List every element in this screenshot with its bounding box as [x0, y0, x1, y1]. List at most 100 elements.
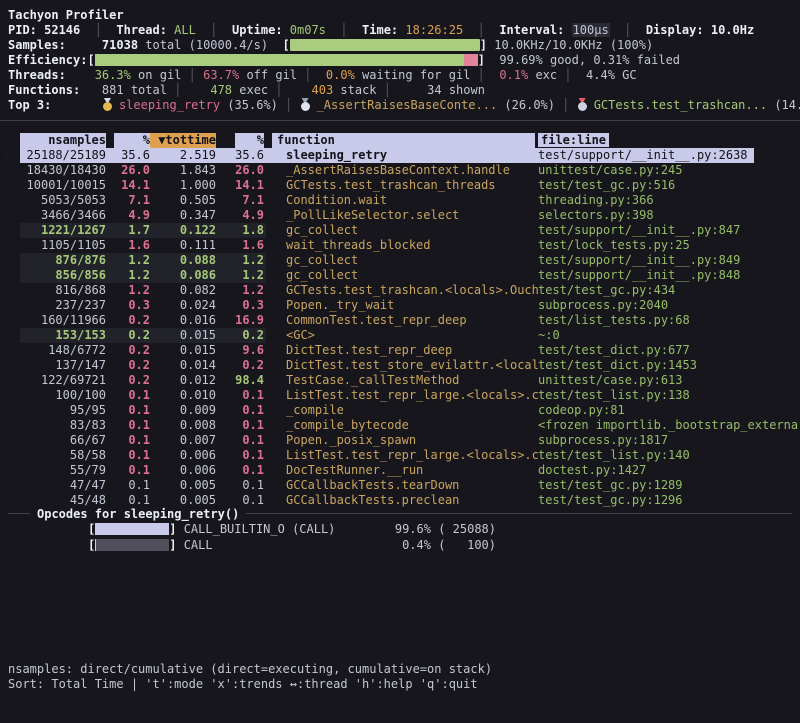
table-row[interactable]: 58/580.10.0060.1ListTest.test_repr_large… — [0, 448, 800, 463]
footer-legend: nsamples: direct/cumulative (direct=exec… — [8, 662, 492, 677]
row-cursor — [0, 223, 20, 238]
table-row[interactable]: 1105/11051.60.1111.6wait_threads_blocked… — [0, 238, 800, 253]
thread-value[interactable]: ALL — [174, 23, 196, 37]
cell-function: Popen._try_wait — [264, 298, 538, 313]
horizontal-divider — [0, 120, 800, 121]
column-header-function[interactable]: function — [264, 133, 538, 148]
cell-function: DictTest.test_store_evilattr.<local... — [264, 358, 538, 373]
cell-cumulative-pct: 14.1 — [216, 178, 264, 193]
cell-function: CommonTest.test_repr_deep — [264, 313, 538, 328]
table-row[interactable]: 95/950.10.0090.1_compilecodeop.py:81 — [0, 403, 800, 418]
table-row[interactable]: 47/470.10.0050.1GCCallbackTests.tearDown… — [0, 478, 800, 493]
opcodes-section: Opcodes for sleeping_retry() [] CALL_BUI… — [8, 506, 792, 553]
separator: │ — [470, 68, 492, 82]
table-row[interactable]: 160/119660.20.01616.9CommonTest.test_rep… — [0, 313, 800, 328]
table-row[interactable]: 148/67720.20.0159.6DictTest.test_repr_de… — [0, 343, 800, 358]
cell-cumulative-pct: 35.6 — [216, 148, 264, 163]
cell-fileline: test/support/__init__.py:849 — [538, 253, 800, 268]
table-row[interactable]: 10001/1001514.11.00014.1GCTests.test_tra… — [0, 178, 800, 193]
cell-function: TestCase._callTestMethod — [264, 373, 538, 388]
cell-cumulative-pct: 0.1 — [216, 433, 264, 448]
top3-function-name[interactable]: sleeping_retry — [119, 98, 227, 112]
table-row[interactable]: 816/8681.20.0821.2GCTests.test_trashcan.… — [0, 283, 800, 298]
cell-function: wait_threads_blocked — [264, 238, 538, 253]
cell-tottime: 1.843 — [150, 163, 216, 178]
cell-tottime: 0.009 — [150, 403, 216, 418]
row-cursor — [0, 313, 20, 328]
top3-function-name[interactable]: _AssertRaisesBaseConte... — [317, 98, 505, 112]
table-row[interactable]: 122/697210.20.01298.4TestCase._callTestM… — [0, 373, 800, 388]
cell-cumulative-pct: 0.1 — [216, 478, 264, 493]
table-row[interactable]: 1221/12671.70.1221.8gc_collecttest/suppo… — [0, 223, 800, 238]
efficiency-bar-failed — [464, 54, 478, 66]
column-header-tottime-sorted[interactable]: ▼tottime — [150, 133, 216, 148]
table-row[interactable]: 237/2370.30.0240.3Popen._try_waitsubproc… — [0, 298, 800, 313]
cell-nsamples: 95/95 — [20, 403, 106, 418]
separator: │ — [557, 68, 579, 82]
table-row[interactable]: ►25188/2518935.62.51935.6sleeping_retryt… — [0, 148, 800, 163]
cell-cumulative-pct: 16.9 — [216, 313, 264, 328]
row-cursor — [0, 403, 20, 418]
stat-text: GC — [615, 68, 637, 82]
cell-cumulative-pct: 1.2 — [216, 283, 264, 298]
silver-medal-icon — [300, 98, 311, 111]
cell-nsamples: 122/69721 — [20, 373, 106, 388]
table-row[interactable]: 5053/50537.10.5057.1Condition.waitthread… — [0, 193, 800, 208]
top3-function-name[interactable]: GCTests.test_trashcan... — [594, 98, 775, 112]
row-cursor — [0, 328, 20, 343]
table-row[interactable]: 153/1530.20.0150.2<GC>~:0 — [0, 328, 800, 343]
efficiency-bar — [95, 54, 478, 66]
cell-fileline: test/test_gc.py:434 — [538, 283, 800, 298]
stat-value: 0.1% — [492, 68, 528, 82]
functions-line: Functions: 881 total │ 478 exec │ 403 st… — [8, 83, 800, 98]
efficiency-bar-good — [95, 54, 464, 66]
functions-segments: 881 total │ 478 exec │ 403 stack │ 34 sh… — [80, 83, 485, 97]
separator: │ — [181, 68, 203, 82]
cell-tottime: 0.008 — [150, 418, 216, 433]
cell-direct-pct: 0.2 — [106, 343, 150, 358]
column-header-fileline[interactable]: file:line — [538, 133, 800, 148]
interval-label: Interval: — [499, 23, 571, 37]
table-row[interactable]: 856/8561.20.0861.2gc_collecttest/support… — [0, 268, 800, 283]
separator: │ — [555, 98, 577, 112]
cell-direct-pct: 1.2 — [106, 268, 150, 283]
footer-keybindings: Sort: Total Time | 't':mode 'x':trends ↔… — [8, 677, 492, 692]
cell-direct-pct: 26.0 — [106, 163, 150, 178]
cell-fileline: test/support/__init__.py:848 — [538, 268, 800, 283]
stat-text: exc — [528, 68, 557, 82]
top3-percentage: (26.0%) — [504, 98, 555, 112]
row-cursor — [0, 268, 20, 283]
stat-value: 881 — [80, 83, 123, 97]
table-row[interactable]: 66/670.10.0070.1Popen._posix_spawnsubpro… — [0, 433, 800, 448]
column-header-cumulative-pct[interactable]: % — [216, 133, 264, 148]
table-row[interactable]: 876/8761.20.0881.2gc_collecttest/support… — [0, 253, 800, 268]
samples-total: 71038 — [102, 38, 138, 52]
column-header-nsamples[interactable]: nsamples — [20, 133, 106, 148]
table-row[interactable]: 3466/34664.90.3474.9_PollLikeSelector.se… — [0, 208, 800, 223]
cell-fileline: test/lock_tests.py:25 — [538, 238, 800, 253]
cell-direct-pct: 0.2 — [106, 313, 150, 328]
cell-direct-pct: 1.7 — [106, 223, 150, 238]
table-row[interactable]: 55/790.10.0060.1DocTestRunner.__rundocte… — [0, 463, 800, 478]
cell-function: DictTest.test_repr_deep — [264, 343, 538, 358]
cell-cumulative-pct: 4.9 — [216, 208, 264, 223]
cell-function: _PollLikeSelector.select — [264, 208, 538, 223]
cell-cumulative-pct: 0.3 — [216, 298, 264, 313]
bracket-close: ] — [478, 53, 485, 67]
cell-nsamples: 3466/3466 — [20, 208, 106, 223]
bracket-open: [ — [283, 38, 290, 52]
table-row[interactable]: 137/1470.20.0140.2DictTest.test_store_ev… — [0, 358, 800, 373]
table-row[interactable]: 100/1000.10.0100.1ListTest.test_repr_lar… — [0, 388, 800, 403]
row-cursor — [0, 238, 20, 253]
bracket-close: ] — [480, 38, 487, 52]
table-header-row: nsamples%▼tottime%functionfile:line — [0, 133, 800, 148]
table-row[interactable]: 83/830.10.0080.1_compile_bytecode<frozen… — [0, 418, 800, 433]
table-row[interactable]: 18430/1843026.01.84326.0_AssertRaisesBas… — [0, 163, 800, 178]
cell-fileline: codeop.py:81 — [538, 403, 800, 418]
stat-value: 0.0% — [319, 68, 355, 82]
column-header-direct-pct[interactable]: % — [106, 133, 150, 148]
profile-table: nsamples%▼tottime%functionfile:line ►251… — [0, 133, 800, 508]
cell-nsamples: 153/153 — [20, 328, 106, 343]
cell-function: Condition.wait — [264, 193, 538, 208]
display-label: Display: — [646, 23, 711, 37]
